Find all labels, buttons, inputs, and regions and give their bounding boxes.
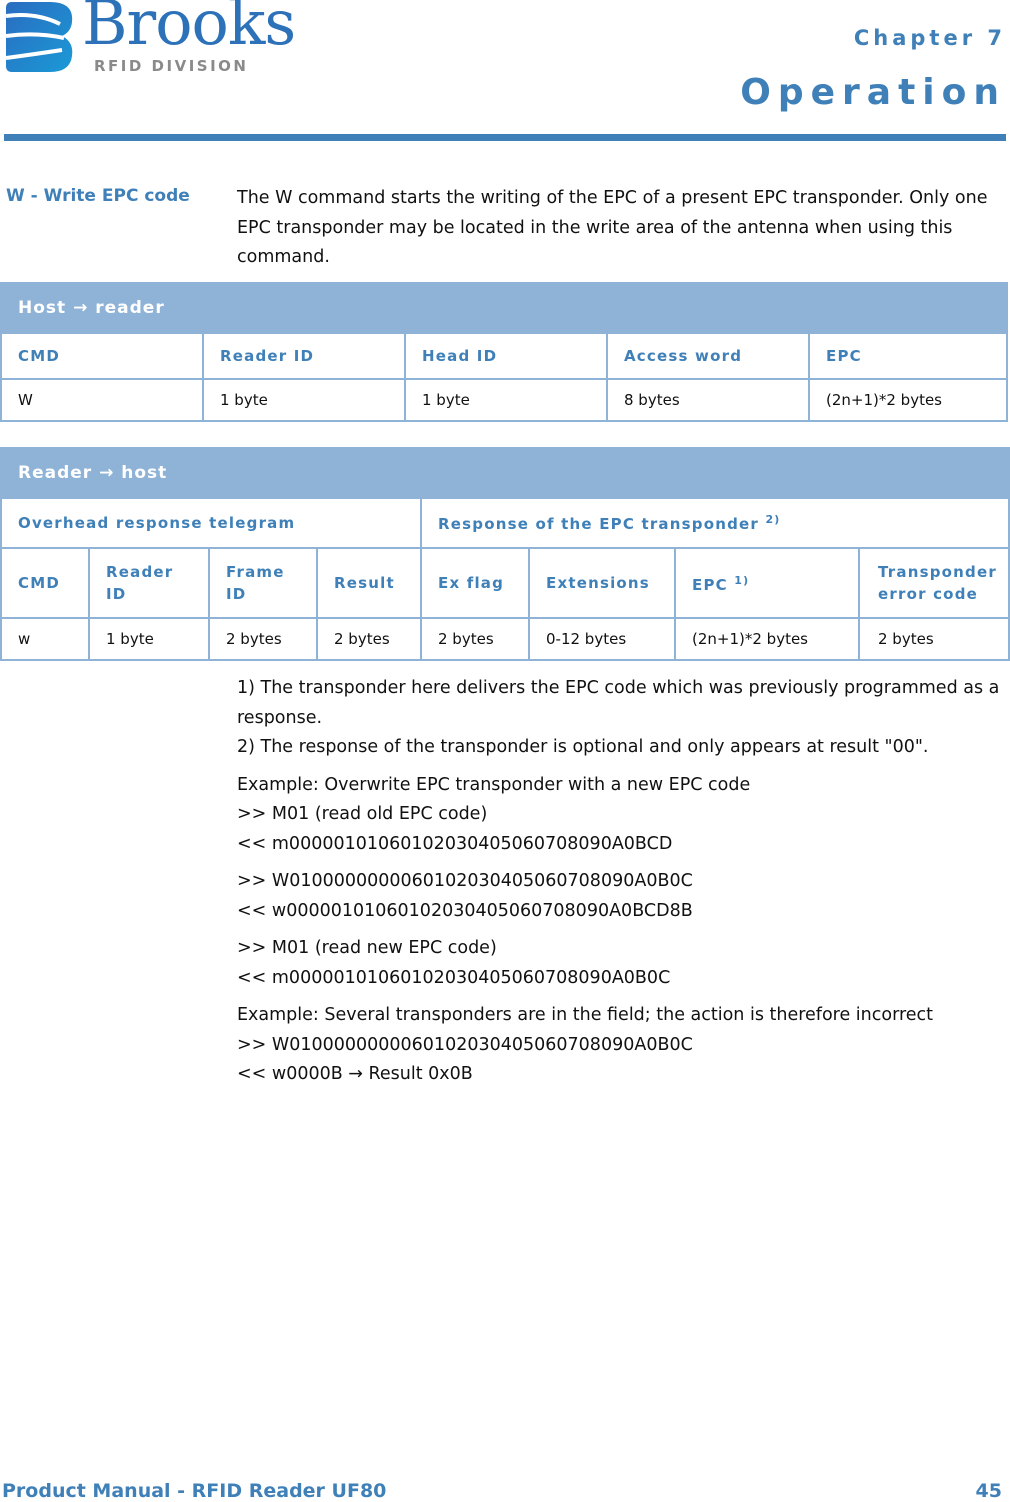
example-overwrite-block-1: Example: Overwrite EPC transponder with … (237, 771, 1004, 860)
example-overwrite-block-2: >> W0100000000060102030405060708090A0B0C… (237, 867, 1004, 926)
notes-section: 1) The transponder here delivers the EPC… (237, 674, 1004, 1098)
footnote-ref: 2) (765, 513, 781, 526)
reader-to-host-table: Reader → host Overhead response telegram… (0, 447, 1010, 661)
column-header: Frame ID (208, 547, 318, 619)
example-title: Example: Overwrite EPC transponder with … (237, 774, 751, 795)
column-header: Reader ID (202, 332, 406, 380)
command-line: >> W0100000000060102030405060708090A0B0C (237, 1034, 693, 1055)
response-line: << m00000101060102030405060708090A0B0C (237, 967, 671, 988)
command-line: >> M01 (read new EPC code) (237, 938, 497, 958)
footnote-2: 2) The response of the transponder is op… (237, 737, 929, 757)
table-cell: 2 bytes (208, 617, 318, 661)
column-header: Ex flag (420, 547, 530, 619)
response-line: << m00000101060102030405060708090A0BCD (237, 833, 673, 854)
section-description: The W command starts the writing of the … (237, 188, 988, 267)
group-header-transponder-response: Response of the EPC transponder 2) (420, 497, 1010, 549)
example-overwrite-block-3: >> M01 (read new EPC code) << m000001010… (237, 934, 1004, 993)
footer-page-number: 45 (975, 1480, 1002, 1502)
table-row: w 1 byte 2 bytes 2 bytes 2 bytes 0-12 by… (0, 617, 1010, 661)
table-cell: W (0, 378, 204, 422)
column-header: EPC 1) (674, 547, 860, 619)
column-header: CMD (0, 332, 204, 380)
column-header: Transponder error code (858, 547, 1010, 619)
response-line: << w0000B → Result 0x0B (237, 1064, 473, 1084)
footnotes: 1) The transponder here delivers the EPC… (237, 674, 1004, 763)
column-header: Extensions (528, 547, 676, 619)
footnote-ref: 1) (734, 574, 750, 587)
host-to-reader-table: Host → reader CMD Reader ID Head ID Acce… (0, 282, 1008, 422)
table-row: W 1 byte 1 byte 8 bytes (2n+1)*2 bytes (0, 378, 1008, 422)
column-header: CMD (0, 547, 90, 619)
table-cell: (2n+1)*2 bytes (808, 378, 1008, 422)
table-cell: 2 bytes (420, 617, 530, 661)
table-group-row: Overhead response telegram Response of t… (0, 497, 1010, 549)
table-header-row: CMD Reader ID Head ID Access word EPC (0, 332, 1008, 380)
command-line: >> W0100000000060102030405060708090A0B0C (237, 871, 693, 891)
brand-name: Brooks (82, 0, 296, 59)
table-header-row: CMD Reader ID Frame ID Result Ex flag Ex… (0, 547, 1010, 619)
column-header: Head ID (404, 332, 608, 380)
table-cell: 1 byte (404, 378, 608, 422)
example-error-block: Example: Several transponders are in the… (237, 1001, 1004, 1090)
footnote-1: 1) The transponder here delivers the EPC… (237, 678, 1000, 728)
brooks-logo: Brooks RFID DIVISION (2, 0, 302, 76)
brand-division: RFID DIVISION (94, 57, 249, 75)
column-header: EPC (808, 332, 1008, 380)
table-cell: 8 bytes (606, 378, 810, 422)
table-cell: (2n+1)*2 bytes (674, 617, 860, 661)
header-divider (4, 134, 1006, 141)
footer-manual-title: Product Manual - RFID Reader UF80 (2, 1480, 387, 1502)
section-label: W - Write EPC code (6, 186, 190, 206)
table-cell: w (0, 617, 90, 661)
table-cell: 1 byte (202, 378, 406, 422)
example-title: Example: Several transponders are in the… (237, 1005, 934, 1025)
column-header: Reader ID (88, 547, 210, 619)
table-cell: 2 bytes (858, 617, 1010, 661)
command-line: >> M01 (read old EPC code) (237, 804, 488, 824)
chapter-title: Operation (740, 72, 1006, 113)
table-cell: 2 bytes (316, 617, 422, 661)
table-cell: 0-12 bytes (528, 617, 676, 661)
column-header: Result (316, 547, 422, 619)
column-header: Access word (606, 332, 810, 380)
brooks-logo-icon (6, 2, 73, 72)
response-line: << w00000101060102030405060708090A0BCD8B (237, 900, 693, 921)
table-title: Reader → host (0, 447, 1010, 499)
group-header-overhead: Overhead response telegram (0, 497, 422, 549)
table-title: Host → reader (0, 282, 1008, 334)
chapter-label: Chapter 7 (853, 26, 1006, 50)
table-cell: 1 byte (88, 617, 210, 661)
